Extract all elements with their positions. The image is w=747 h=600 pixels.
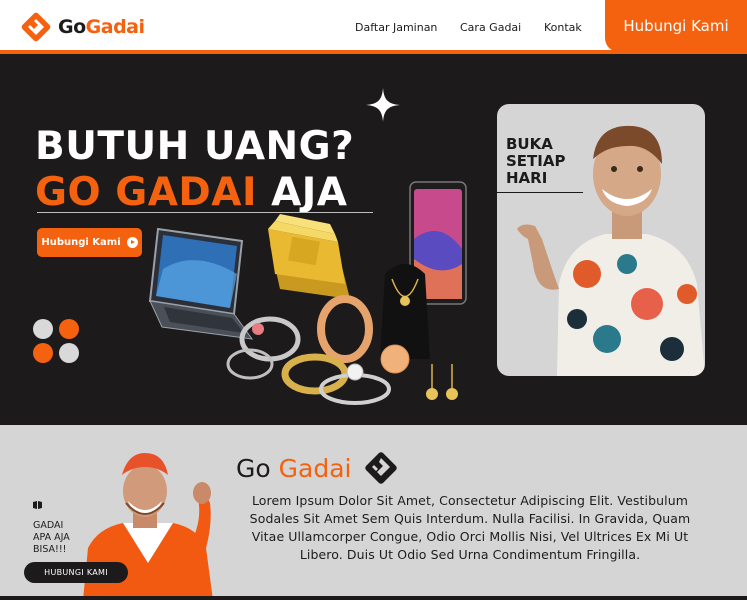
logo-go: Go [58, 16, 86, 38]
earrings-image [426, 364, 458, 400]
header-contact-button[interactable]: Hubungi Kami [605, 0, 747, 52]
necklace-image [380, 264, 430, 359]
side-promo-line3: BISA!!! [33, 544, 67, 555]
gogadai-logo-icon [364, 452, 397, 484]
dot [59, 319, 79, 339]
dot [33, 343, 53, 363]
hero-contact-button-label: Hubungi Kami [41, 237, 121, 248]
promo-card: BUKA SETIAP HARI [497, 104, 705, 376]
navbar: GoGadai Daftar Jaminan Cara Gadai Kontak… [0, 0, 747, 52]
side-promo-line2: APA AJA [33, 532, 70, 543]
sparkle-icon [366, 88, 400, 122]
promo-text-line1: BUKA [506, 135, 553, 153]
gold-bars-image [268, 214, 350, 299]
hero-section: BUTUH UANG? GO GADAI AJA Hubungi Kami BU… [0, 54, 747, 425]
logo-text: GoGadai [58, 16, 145, 38]
products-illustration [148, 181, 467, 405]
promo-text: BUKA SETIAP HARI [506, 136, 565, 187]
promo-divider [497, 192, 583, 193]
about-description: Lorem Ipsum Dolor Sit Amet, Consectetur … [249, 493, 691, 562]
logo-gadai: Gadai [85, 16, 145, 38]
about-title-gadai: Gadai [278, 453, 352, 483]
promo-text-line2: SETIAP [506, 152, 566, 170]
about-section: GADAI APA AJA BISA!!! HUBUNGI KAMI Go Ga… [0, 425, 747, 600]
about-title: Go Gadai [236, 449, 400, 487]
play-icon [126, 237, 138, 248]
hero-title-line1: BUTUH UANG? [35, 124, 355, 169]
decorative-dots [33, 319, 81, 367]
dot [59, 343, 79, 363]
gogadai-logo-icon [21, 12, 51, 42]
side-promo: GADAI APA AJA BISA!!! [33, 501, 70, 556]
about-title-go: Go [236, 453, 271, 483]
book-icon [33, 501, 42, 509]
hero-contact-button[interactable]: Hubungi Kami [37, 228, 142, 257]
footer-bar [0, 596, 747, 600]
promo-text-line3: HARI [506, 169, 548, 187]
nav-item-daftar-jaminan[interactable]: Daftar Jaminan [355, 21, 437, 34]
logo[interactable]: GoGadai [20, 12, 145, 42]
dot [33, 319, 53, 339]
nav-item-kontak[interactable]: Kontak [544, 21, 582, 34]
nav-item-cara-gadai[interactable]: Cara Gadai [460, 21, 521, 34]
side-contact-button[interactable]: HUBUNGI KAMI [24, 562, 128, 583]
side-promo-line1: GADAI [33, 520, 64, 531]
laptop-image [148, 227, 254, 340]
